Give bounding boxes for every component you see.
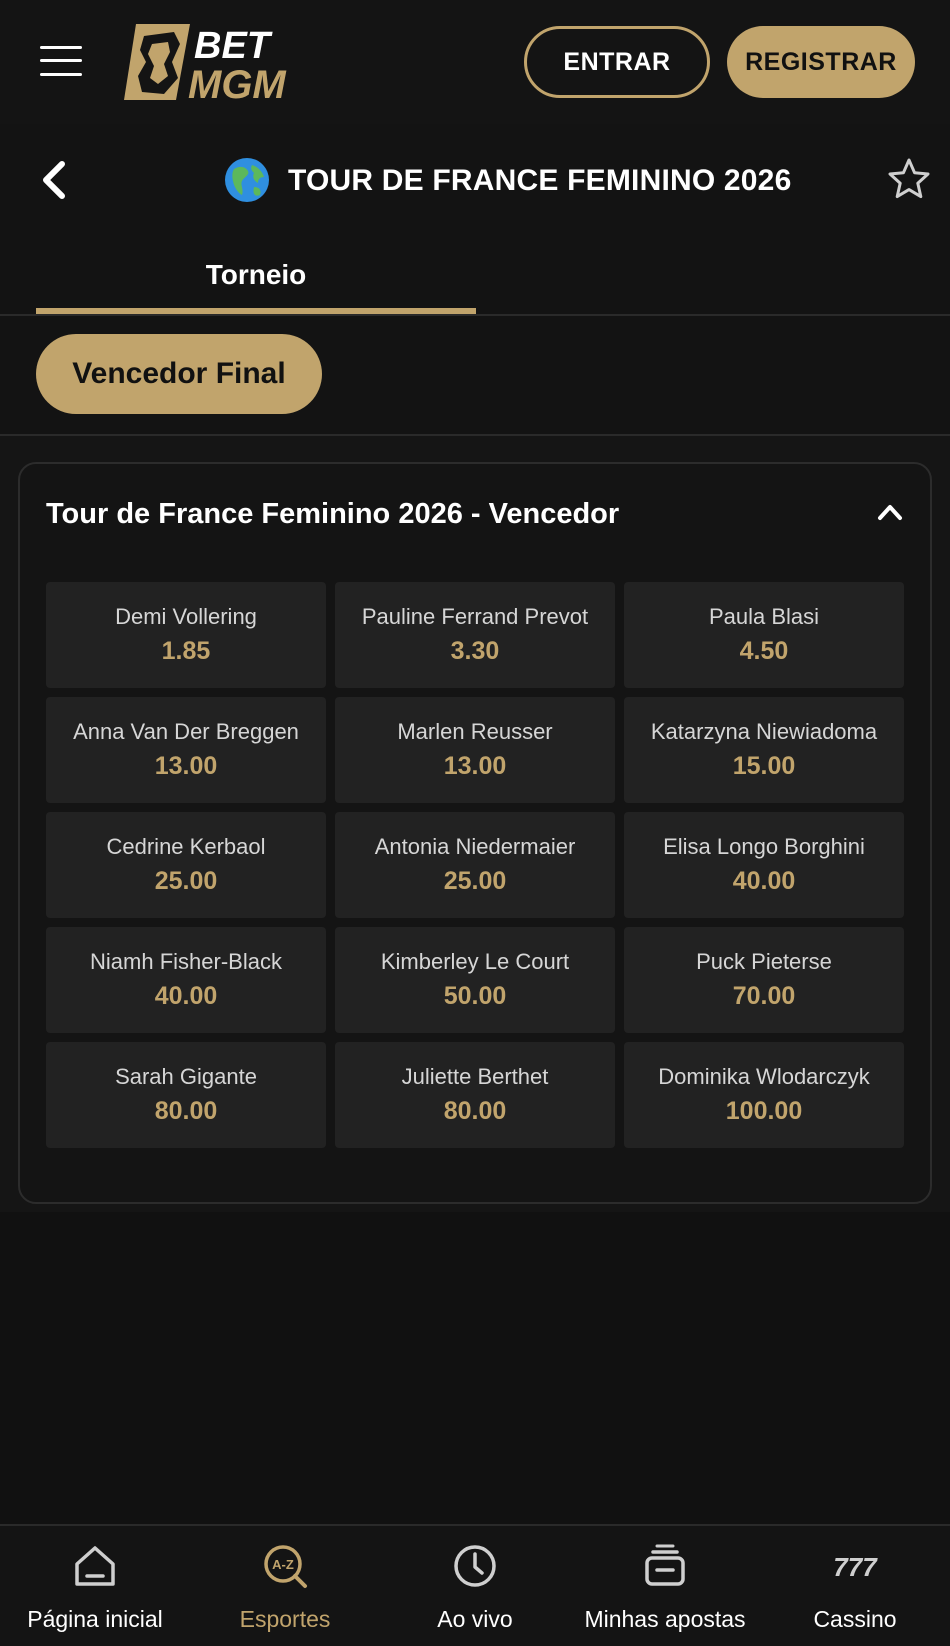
nav-label: Esportes bbox=[239, 1606, 331, 1632]
selection-name: Anna Van Der Breggen bbox=[73, 719, 299, 744]
a-z-search-icon: A-Z bbox=[261, 1542, 309, 1590]
selection-odds: 40.00 bbox=[732, 867, 796, 895]
selection-button[interactable]: Kimberley Le Court 50.00 bbox=[335, 927, 615, 1033]
selection-button[interactable]: Elisa Longo Borghini 40.00 bbox=[624, 812, 904, 918]
register-button[interactable]: REGISTRAR bbox=[727, 26, 915, 98]
logo-text-bet: BET bbox=[194, 25, 273, 67]
selection-odds: 15.00 bbox=[732, 752, 796, 780]
selection-button[interactable]: Juliette Berthet 80.00 bbox=[335, 1042, 615, 1148]
selection-odds: 80.00 bbox=[443, 1097, 507, 1125]
selection-button[interactable]: Antonia Niedermaier 25.00 bbox=[335, 812, 615, 918]
selection-name: Pauline Ferrand Prevot bbox=[361, 604, 589, 629]
svg-text:A-Z: A-Z bbox=[272, 1557, 294, 1572]
globe-icon bbox=[224, 157, 270, 203]
selection-button[interactable]: Sarah Gigante 80.00 bbox=[46, 1042, 326, 1148]
favorite-star-icon[interactable] bbox=[886, 156, 932, 202]
selection-name: Demi Vollering bbox=[115, 604, 257, 629]
odds-grid: Demi Vollering 1.85 Pauline Ferrand Prevot… bbox=[46, 582, 904, 1148]
back-arrow-icon[interactable] bbox=[36, 158, 72, 202]
selection-name: Antonia Niedermaier bbox=[374, 834, 576, 859]
chevron-up-icon[interactable] bbox=[874, 498, 906, 526]
selection-button[interactable]: Puck Pieterse 70.00 bbox=[624, 927, 904, 1033]
login-button[interactable]: ENTRAR bbox=[524, 26, 710, 98]
clock-icon bbox=[451, 1542, 499, 1590]
bottom-nav: Página inicial A-Z Esportes Ao vivo Minh… bbox=[0, 1524, 950, 1646]
nav-item-ao-vivo[interactable]: Ao vivo bbox=[380, 1526, 570, 1646]
selection-odds: 50.00 bbox=[443, 982, 507, 1010]
selection-name: Niamh Fisher-Black bbox=[90, 949, 282, 974]
selection-button[interactable]: Katarzyna Niewiadoma 15.00 bbox=[624, 697, 904, 803]
selection-odds: 13.00 bbox=[443, 752, 507, 780]
selection-odds: 1.85 bbox=[161, 637, 211, 665]
777-icon: 777 bbox=[831, 1542, 879, 1590]
nav-item-minhas-apostas[interactable]: Minhas apostas bbox=[570, 1526, 760, 1646]
selection-odds: 70.00 bbox=[732, 982, 796, 1010]
nav-label: Ao vivo bbox=[437, 1606, 513, 1632]
nav-label: Cassino bbox=[813, 1606, 897, 1632]
menu-icon[interactable] bbox=[40, 44, 82, 78]
selection-name: Sarah Gigante bbox=[115, 1064, 257, 1089]
market-filter-pill-vencedor-final[interactable]: Vencedor Final bbox=[36, 334, 322, 414]
nav-label: Minhas apostas bbox=[584, 1606, 746, 1632]
bet-slip-icon bbox=[641, 1542, 689, 1590]
market-title: Tour de France Feminino 2026 - Vencedor bbox=[46, 498, 620, 530]
home-icon bbox=[71, 1542, 119, 1590]
selection-odds: 25.00 bbox=[443, 867, 507, 895]
selection-button[interactable]: Pauline Ferrand Prevot 3.30 bbox=[335, 582, 615, 688]
selection-odds: 4.50 bbox=[739, 637, 789, 665]
selection-button[interactable]: Marlen Reusser 13.00 bbox=[335, 697, 615, 803]
selection-button[interactable]: Dominika Wlodarczyk 100.00 bbox=[624, 1042, 904, 1148]
selection-button[interactable]: Niamh Fisher-Black 40.00 bbox=[46, 927, 326, 1033]
nav-item-cassino[interactable]: 777 Cassino bbox=[760, 1526, 950, 1646]
selection-odds: 100.00 bbox=[725, 1097, 803, 1125]
selection-odds: 25.00 bbox=[154, 867, 218, 895]
selection-name: Kimberley Le Court bbox=[380, 949, 570, 974]
selection-name: Puck Pieterse bbox=[696, 949, 832, 974]
nav-item-pagina-inicial[interactable]: Página inicial bbox=[0, 1526, 190, 1646]
selection-name: Katarzyna Niewiadoma bbox=[650, 719, 878, 744]
selection-odds: 40.00 bbox=[154, 982, 218, 1010]
svg-text:777: 777 bbox=[833, 1552, 878, 1582]
selection-name: Juliette Berthet bbox=[401, 1064, 549, 1089]
selection-odds: 3.30 bbox=[450, 637, 500, 665]
tab-torneio[interactable]: Torneio bbox=[36, 248, 476, 314]
selection-name: Elisa Longo Borghini bbox=[663, 834, 865, 859]
selection-name: Marlen Reusser bbox=[397, 719, 553, 744]
nav-label: Página inicial bbox=[27, 1606, 163, 1632]
event-title: TOUR DE FRANCE FEMININO 2026 bbox=[288, 164, 792, 197]
selection-odds: 13.00 bbox=[154, 752, 218, 780]
nav-item-esportes[interactable]: A-Z Esportes bbox=[190, 1526, 380, 1646]
selection-button[interactable]: Cedrine Kerbaol 25.00 bbox=[46, 812, 326, 918]
selection-name: Dominika Wlodarczyk bbox=[658, 1064, 870, 1089]
logo-text-mgm: MGM bbox=[188, 63, 287, 102]
selection-name: Cedrine Kerbaol bbox=[106, 834, 266, 859]
betmgm-logo[interactable]: BET MGM bbox=[124, 22, 296, 107]
selection-odds: 80.00 bbox=[154, 1097, 218, 1125]
selection-name: Paula Blasi bbox=[708, 604, 820, 629]
selection-button[interactable]: Paula Blasi 4.50 bbox=[624, 582, 904, 688]
selection-button[interactable]: Anna Van Der Breggen 13.00 bbox=[46, 697, 326, 803]
selection-button[interactable]: Demi Vollering 1.85 bbox=[46, 582, 326, 688]
